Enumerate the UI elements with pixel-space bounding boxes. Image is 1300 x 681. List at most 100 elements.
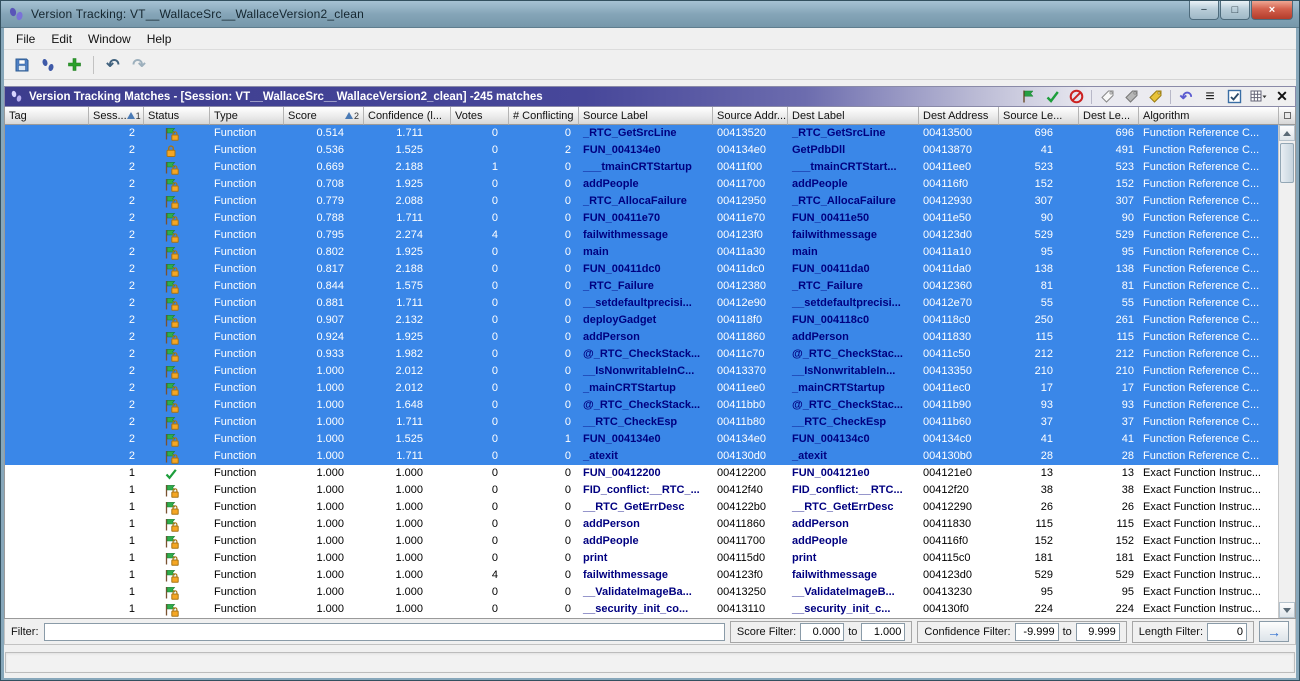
column-header-source-label[interactable]: Source Label <box>579 107 713 125</box>
cell-dest-len: 152 <box>1079 176 1139 193</box>
vertical-scrollbar[interactable] <box>1278 125 1295 618</box>
table-row[interactable]: 2Function0.9241.92500addPerson00411860ad… <box>5 329 1278 346</box>
table-row[interactable]: 2Function0.5141.71100_RTC_GetSrcLine0041… <box>5 125 1278 142</box>
matches-panel-header[interactable]: Version Tracking Matches - [Session: VT_… <box>4 86 1296 107</box>
table-row[interactable]: 2Function0.7952.27440failwithmessage0041… <box>5 227 1278 244</box>
table-row[interactable]: 2Function1.0002.01200_mainCRTStartup0041… <box>5 380 1278 397</box>
tag-gold-button[interactable] <box>1146 88 1164 106</box>
track-matches-button[interactable] <box>36 53 60 77</box>
column-header-conflicting[interactable]: # Conflicting <box>509 107 579 125</box>
column-header-votes[interactable]: Votes <box>451 107 509 125</box>
column-header-dest-label[interactable]: Dest Label <box>788 107 919 125</box>
table-row[interactable]: 1Function1.0001.00000FID_conflict:__RTC_… <box>5 482 1278 499</box>
redo-button[interactable]: ↷ <box>127 53 151 77</box>
column-header-confidence[interactable]: Confidence (l... <box>364 107 451 125</box>
table-row[interactable]: 1Function1.0001.00000addPerson00411860ad… <box>5 516 1278 533</box>
panel-toolbar: ↶ ≡ <box>1019 88 1291 106</box>
table-row[interactable]: 1Function1.0001.00000print004115d0print0… <box>5 550 1278 567</box>
column-header-type[interactable]: Type <box>210 107 284 125</box>
minimize-button[interactable]: − <box>1189 1 1219 20</box>
maximize-button[interactable]: □ <box>1220 1 1250 20</box>
table-row[interactable]: 2Function0.5361.52502FUN_004134e0004134e… <box>5 142 1278 159</box>
cell-status <box>144 178 210 192</box>
table-row[interactable]: 1Function1.0001.00000FUN_004122000041220… <box>5 465 1278 482</box>
table-row[interactable]: 2Function0.8172.18800FUN_00411dc000411dc… <box>5 261 1278 278</box>
cell-dest-label: _RTC_Failure <box>788 278 919 295</box>
cell-dest-label: __security_init_c... <box>788 601 919 618</box>
column-header-source-length[interactable]: Source Le... <box>999 107 1079 125</box>
menu-edit[interactable]: Edit <box>43 29 80 49</box>
save-session-button[interactable] <box>10 53 34 77</box>
column-header-dest-length[interactable]: Dest Le... <box>1079 107 1139 125</box>
tag-gray-button[interactable] <box>1122 88 1140 106</box>
table-row[interactable]: 2Function0.9331.98200@_RTC_CheckStack...… <box>5 346 1278 363</box>
filter-toggle-button[interactable] <box>1225 88 1243 106</box>
column-header-tag[interactable]: Tag <box>5 107 89 125</box>
confidence-filter-from-input[interactable] <box>1015 623 1059 641</box>
scroll-down-button[interactable] <box>1279 602 1295 618</box>
column-header-dest-address[interactable]: Dest Address <box>919 107 999 125</box>
cell-status <box>144 161 210 175</box>
table-row[interactable]: 2Function0.8441.57500_RTC_Failure0041238… <box>5 278 1278 295</box>
score-filter-from-input[interactable] <box>800 623 844 641</box>
scrollbar-thumb[interactable] <box>1280 143 1294 183</box>
table-row[interactable]: 2Function1.0001.52501FUN_004134e0004134e… <box>5 431 1278 448</box>
close-button[interactable]: × <box>1251 1 1293 20</box>
length-filter-input[interactable] <box>1207 623 1247 641</box>
window-content: File Edit Window Help <box>4 28 1296 678</box>
cell-type: Function <box>210 125 284 142</box>
reject-match-button[interactable] <box>1067 88 1085 106</box>
table-row[interactable]: 2Function1.0001.64800@_RTC_CheckStack...… <box>5 397 1278 414</box>
table-row[interactable]: 2Function1.0002.01200__IsNonwritableInC.… <box>5 363 1278 380</box>
table-row[interactable]: 2Function1.0001.71100_atexit004130d0_ate… <box>5 448 1278 465</box>
undo-apply-button[interactable]: ↶ <box>1177 88 1195 106</box>
table-options-button[interactable] <box>1249 88 1267 106</box>
panel-close-button[interactable]: ✕ <box>1273 88 1291 106</box>
column-header-status[interactable]: Status <box>144 107 210 125</box>
cell-dest-len: 696 <box>1079 125 1139 142</box>
cell-session: 2 <box>89 448 144 465</box>
apply-markup-button[interactable] <box>1043 88 1061 106</box>
filter-input[interactable] <box>44 623 725 641</box>
table-row[interactable]: 2Function0.7881.71100FUN_00411e7000411e7… <box>5 210 1278 227</box>
scroll-up-button[interactable] <box>1279 125 1295 141</box>
table-row[interactable]: 2Function0.8811.71100__setdefaultprecisi… <box>5 295 1278 312</box>
menu-help[interactable]: Help <box>139 29 180 49</box>
column-header-score[interactable]: Score 2 <box>284 107 364 125</box>
column-header-session[interactable]: Sess... 1 <box>89 107 144 125</box>
confidence-filter-to-input[interactable] <box>1076 623 1120 641</box>
cell-src-len: 41 <box>999 431 1079 448</box>
menu-file[interactable]: File <box>8 29 43 49</box>
scrollbar-track[interactable] <box>1279 141 1295 602</box>
score-filter-to-input[interactable] <box>861 623 905 641</box>
tag-outline-button[interactable] <box>1098 88 1116 106</box>
table-row[interactable]: 2Function0.9072.13200deployGadget004118f… <box>5 312 1278 329</box>
cell-src-len: 529 <box>999 227 1079 244</box>
table-row[interactable]: 2Function0.7792.08800_RTC_AllocaFailure0… <box>5 193 1278 210</box>
table-row[interactable]: 2Function0.8021.92500main00411a30main004… <box>5 244 1278 261</box>
accept-match-button[interactable] <box>1019 88 1037 106</box>
column-options-button[interactable] <box>1278 107 1295 125</box>
filter-options-button[interactable]: → <box>1259 621 1289 642</box>
cell-src-label: ___tmainCRTStartup <box>579 159 713 176</box>
panel-menu-button[interactable]: ≡ <box>1201 88 1219 106</box>
table-row[interactable]: 1Function1.0001.00040failwithmessage0041… <box>5 567 1278 584</box>
column-label: Algorithm <box>1143 110 1189 122</box>
add-session-button[interactable] <box>62 53 86 77</box>
cell-dest-label: FUN_00411e50 <box>788 210 919 227</box>
column-header-algorithm[interactable]: Algorithm <box>1139 107 1278 125</box>
table-row[interactable]: 2Function0.7081.92500addPeople00411700ad… <box>5 176 1278 193</box>
undo-button[interactable]: ↶ <box>101 53 125 77</box>
cell-dest-addr: 00411e50 <box>919 210 999 227</box>
table-row[interactable]: 1Function1.0001.00000__RTC_GetErrDesc004… <box>5 499 1278 516</box>
column-header-source-address[interactable]: Source Addr... <box>713 107 788 125</box>
table-row[interactable]: 1Function1.0001.00000__ValidateImageBa..… <box>5 584 1278 601</box>
table-row[interactable]: 2Function1.0001.71100__RTC_CheckEsp00411… <box>5 414 1278 431</box>
cell-algorithm: Function Reference C... <box>1139 431 1278 448</box>
menu-window[interactable]: Window <box>80 29 139 49</box>
table-row[interactable]: 1Function1.0001.00000addPeople00411700ad… <box>5 533 1278 550</box>
title-bar[interactable]: Version Tracking: VT__WallaceSrc__Wallac… <box>1 1 1299 28</box>
table-row[interactable]: 2Function0.6692.18810___tmainCRTStartup0… <box>5 159 1278 176</box>
table-row[interactable]: 1Function1.0001.00000__security_init_co.… <box>5 601 1278 618</box>
cell-session: 2 <box>89 346 144 363</box>
